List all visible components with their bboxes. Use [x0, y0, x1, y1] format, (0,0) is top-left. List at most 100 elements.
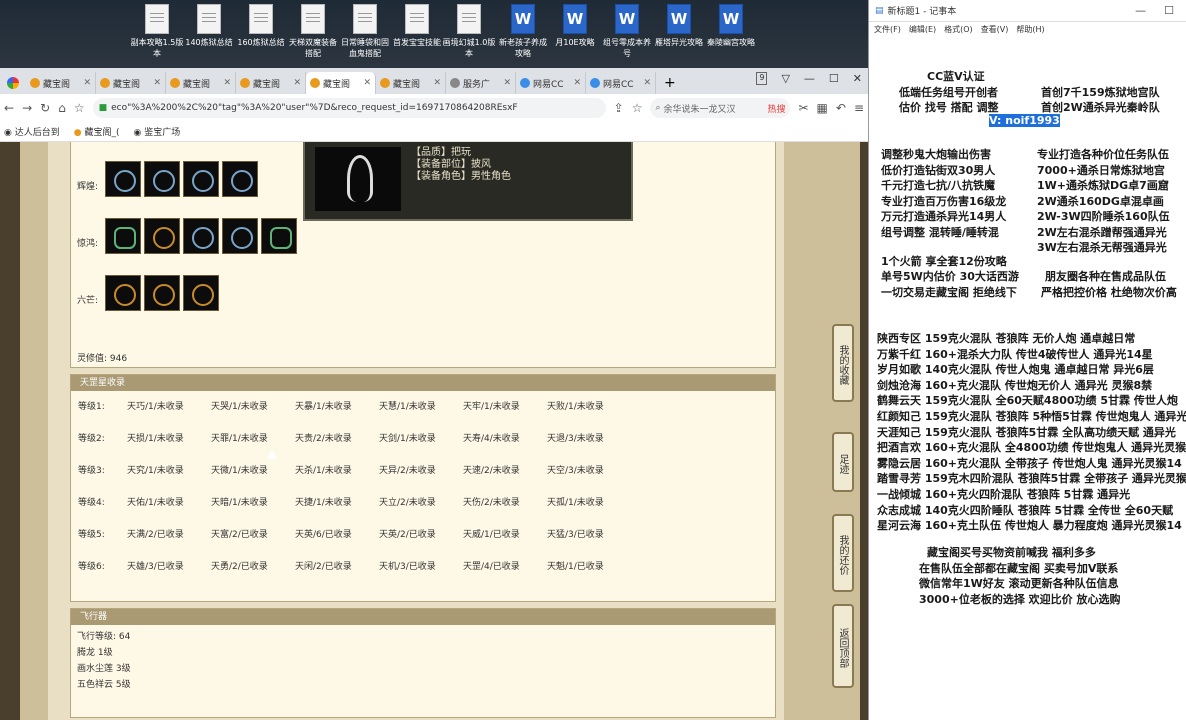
browser-tab[interactable]: 藏宝阁 ✕ — [96, 72, 166, 94]
word-doc-icon: W — [615, 4, 639, 34]
hot-search-label[interactable]: 热搜 — [767, 102, 785, 115]
desktop-file-icon[interactable]: 画境幻城1.0版本 — [442, 4, 496, 59]
back-icon[interactable]: ← — [4, 101, 14, 115]
bookmarks-bar: ◉ 达人后台到 ● 藏宝阁_( ◉ 鉴宝广场 — [0, 122, 868, 142]
document-icon — [457, 4, 481, 34]
close-tab-icon[interactable]: ✕ — [83, 78, 91, 88]
menu-view[interactable]: 查看(V) — [981, 24, 1009, 35]
desktop-file-icon[interactable]: 首发宝宝技能 — [390, 4, 444, 48]
close-tab-icon[interactable]: ✕ — [363, 78, 371, 88]
equipment-item[interactable] — [222, 161, 258, 197]
equipment-item[interactable] — [183, 275, 219, 311]
tab-bar: 藏宝阁 ✕ 藏宝阁 ✕ 藏宝阁 ✕ 藏宝阁 ✕ 藏宝阁 ✕ 藏宝阁 ✕ 服务广 ✕ 网易CC ✕… — [0, 68, 868, 94]
browser-window: 藏宝阁 ✕ 藏宝阁 ✕ 藏宝阁 ✕ 藏宝阁 ✕ 藏宝阁 ✕ 藏宝阁 ✕ 服务广 ✕ 网易CC ✕… — [0, 68, 868, 720]
equipment-item[interactable] — [183, 218, 219, 254]
tab-count-badge[interactable]: 9 — [756, 72, 768, 85]
close-tab-icon[interactable]: ✕ — [643, 78, 651, 88]
star-icon[interactable]: ☆ — [74, 101, 85, 115]
minimize-button[interactable]: — — [1135, 4, 1146, 17]
menu-help[interactable]: 帮助(H) — [1016, 24, 1044, 35]
collection-entry: 天立/2/未收录 — [379, 498, 436, 508]
shirt-icon[interactable]: ▽ — [781, 72, 789, 85]
notepad-line: 严格把控价格 杜绝物次价高 — [1041, 286, 1177, 299]
row-label: 惊鸿: — [77, 239, 99, 249]
maximize-button[interactable]: ☐ — [829, 72, 839, 85]
desktop-word-icon[interactable]: W 组号零成本养号 — [600, 4, 654, 59]
browser-tab[interactable]: 网易CC ✕ — [586, 72, 656, 94]
mouse-cursor — [267, 449, 277, 459]
menu-icon[interactable]: ≡ — [854, 101, 864, 115]
browser-tab-active[interactable]: 藏宝阁 ✕ — [306, 72, 376, 94]
notepad-line: 一战倾城 160+克火四阶混队 苍狼阵 5甘霖 通异光 — [877, 488, 1131, 501]
star-icon[interactable]: ☆ — [632, 101, 643, 115]
collection-entry: 天雄/3/已收录 — [127, 562, 184, 572]
collection-entry: 天损/1/未收录 — [127, 434, 184, 444]
address-bar[interactable]: ■ eco"%3A%200%2C%20"tag"%3A%20"user"%7D&… — [92, 98, 606, 118]
my-favorites-button[interactable]: 我的收藏 — [832, 324, 854, 402]
desktop-word-icon[interactable]: W 秦陵幽宫攻略 — [704, 4, 758, 48]
browser-tab[interactable]: 藏宝阁 ✕ — [166, 72, 236, 94]
equipment-item[interactable] — [261, 218, 297, 254]
equipment-item[interactable] — [144, 275, 180, 311]
minimize-button[interactable]: — — [804, 72, 815, 85]
word-doc-icon: W — [719, 4, 743, 34]
desktop-file-icon[interactable]: 140炼狱总结 — [182, 4, 236, 48]
desktop-file-icon[interactable]: 副本攻略1.5版本 — [130, 4, 184, 59]
cut-icon[interactable]: ✂ — [798, 101, 808, 115]
maximize-button[interactable]: ☐ — [1164, 4, 1174, 17]
equipment-item[interactable] — [105, 275, 141, 311]
notepad-line: CC蓝V认证 — [927, 70, 985, 83]
menu-format[interactable]: 格式(O) — [944, 24, 973, 35]
notepad-line: V: noif1993 — [989, 114, 1060, 127]
notepad-line: 低端任务组号开创者 — [899, 86, 998, 99]
desktop-file-icon[interactable]: 160炼狱总结 — [234, 4, 288, 48]
search-input[interactable]: ⌕ 余华说朱一龙又汉 热搜 — [650, 98, 791, 118]
collection-entry: 天罡/4/已收录 — [463, 562, 520, 572]
equipment-item[interactable] — [105, 161, 141, 197]
close-tab-icon[interactable]: ✕ — [293, 78, 301, 88]
bookmark-item[interactable]: ◉ 鉴宝广场 — [133, 125, 180, 138]
footprint-button[interactable]: 足迹 — [832, 432, 854, 492]
my-bargain-button[interactable]: 我的还价 — [832, 514, 854, 592]
desktop-word-icon[interactable]: W 雁塔异光攻略 — [652, 4, 706, 48]
notepad-icon: ▤ — [875, 5, 884, 16]
close-tab-icon[interactable]: ✕ — [153, 78, 161, 88]
undo-icon[interactable]: ↶ — [836, 101, 846, 115]
close-tab-icon[interactable]: ✕ — [223, 78, 231, 88]
collection-entry: 天寿/4/未收录 — [463, 434, 520, 444]
bookmark-item[interactable]: ● 藏宝阁_( — [74, 125, 120, 138]
browser-tab[interactable]: 网易CC ✕ — [516, 72, 586, 94]
menu-edit[interactable]: 编辑(E) — [909, 24, 936, 35]
browser-logo-icon[interactable] — [0, 72, 26, 94]
equipment-item[interactable] — [222, 218, 258, 254]
desktop-word-icon[interactable]: W 新老孩子养成攻略 — [496, 4, 550, 59]
browser-tab[interactable]: 服务广 ✕ — [446, 72, 516, 94]
site-icon — [170, 78, 180, 88]
back-to-top-button[interactable]: 返回顶部 — [832, 604, 854, 688]
equipment-item[interactable] — [183, 161, 219, 197]
equipment-item[interactable] — [144, 161, 180, 197]
spirit-value: 灵修值: 946 — [77, 354, 128, 364]
browser-tab[interactable]: 藏宝阁 ✕ — [376, 72, 446, 94]
share-icon[interactable]: ⇪ — [614, 101, 624, 115]
browser-tab[interactable]: 藏宝阁 ✕ — [26, 72, 96, 94]
reload-icon[interactable]: ↻ — [40, 101, 50, 115]
close-tab-icon[interactable]: ✕ — [503, 78, 511, 88]
equipment-item[interactable] — [144, 218, 180, 254]
notepad-line: 鹤舞云天 159克火混队 全60天赋4800功绩 5甘霖 传世人炮 — [877, 394, 1178, 408]
forward-icon[interactable]: → — [22, 101, 32, 115]
close-tab-icon[interactable]: ✕ — [433, 78, 441, 88]
equipment-item[interactable] — [105, 218, 141, 254]
desktop-word-icon[interactable]: W 月10E攻略 — [548, 4, 602, 48]
desktop-file-icon[interactable]: 日常睡袋和固血鬼搭配 — [338, 4, 392, 59]
bookmark-item[interactable]: ◉ 达人后台到 — [4, 125, 60, 138]
new-tab-button[interactable]: + — [656, 75, 684, 94]
desktop-file-icon[interactable]: 天梯双魔装备搭配 — [286, 4, 340, 59]
menu-file[interactable]: 文件(F) — [874, 24, 901, 35]
close-tab-icon[interactable]: ✕ — [573, 78, 581, 88]
close-window-button[interactable]: ✕ — [853, 72, 862, 85]
collection-entry: 天英/6/已收录 — [295, 530, 352, 540]
home-icon[interactable]: ⌂ — [58, 101, 66, 115]
browser-tab[interactable]: 藏宝阁 ✕ — [236, 72, 306, 94]
grid-icon[interactable]: ▦ — [817, 101, 828, 115]
